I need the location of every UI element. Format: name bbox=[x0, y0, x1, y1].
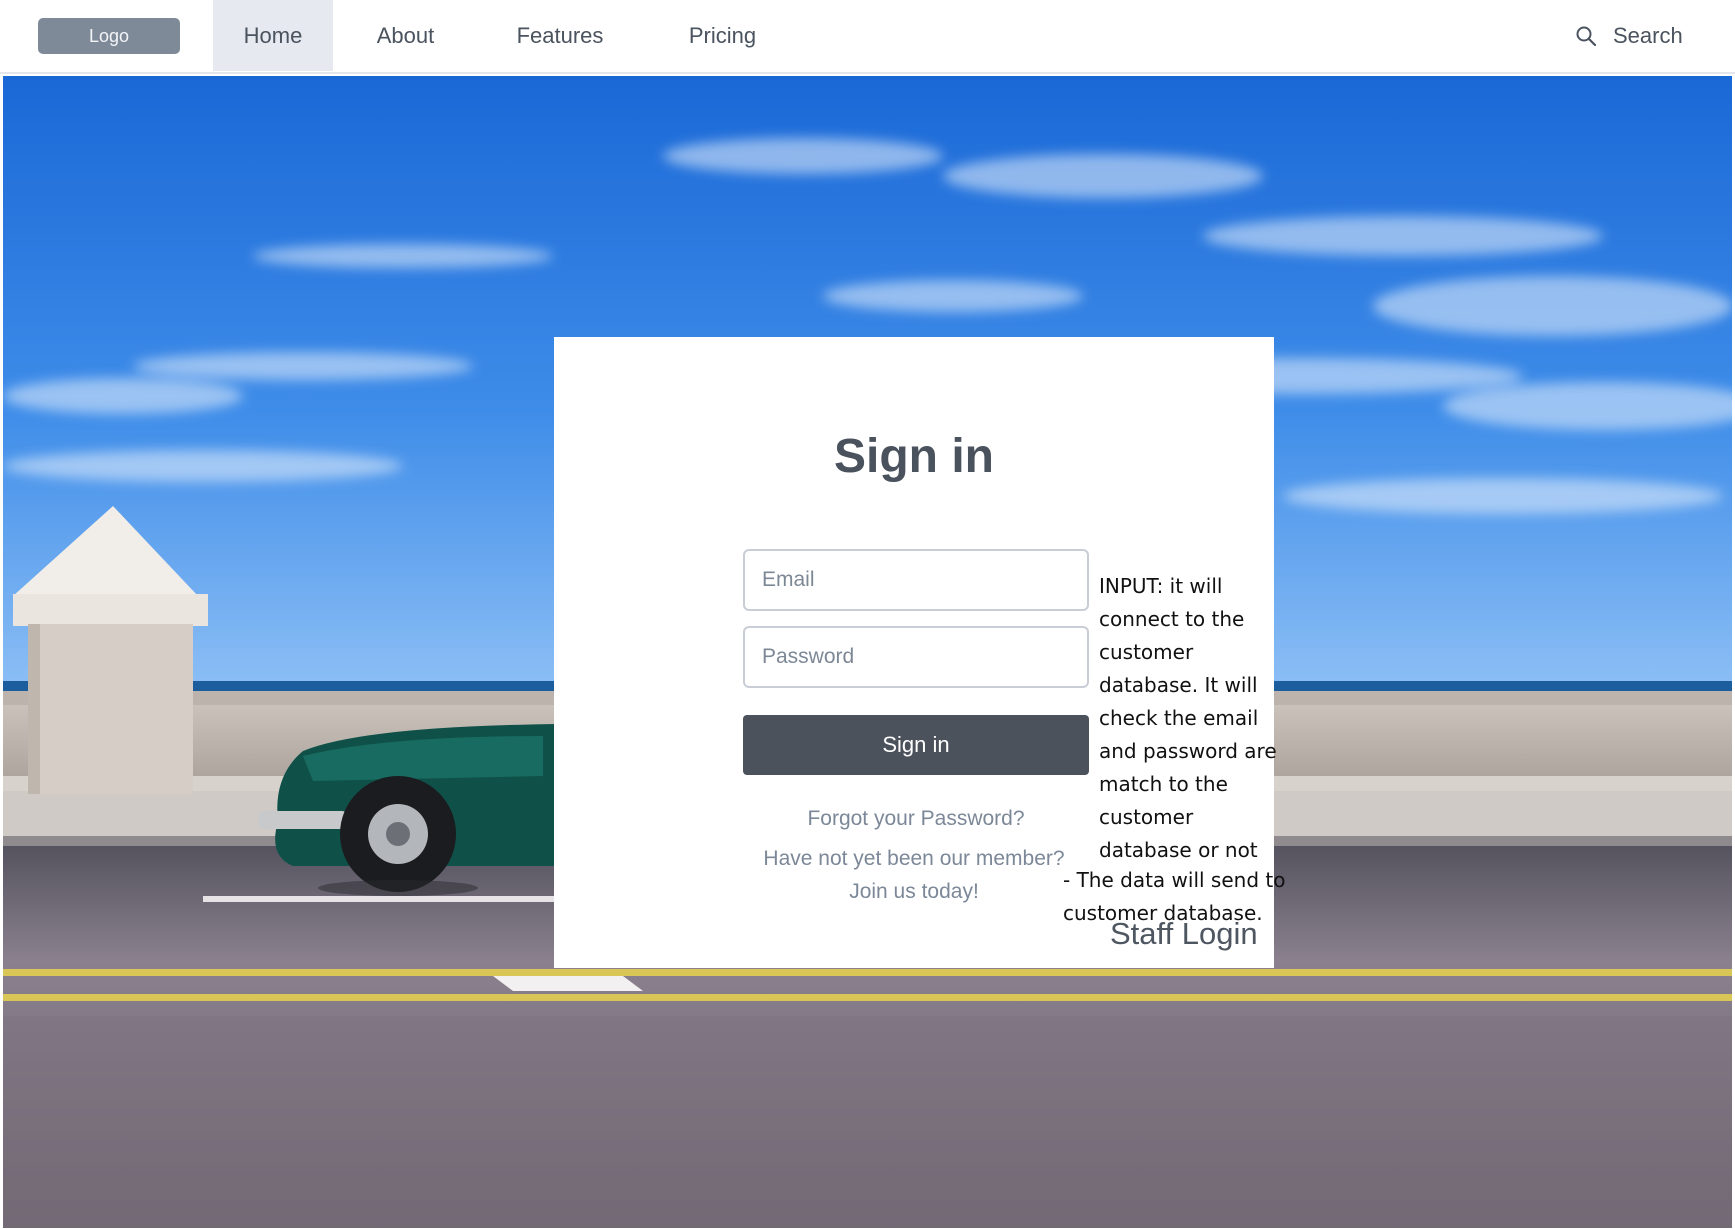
top-navbar: Logo Home About Features Pricing Search bbox=[0, 0, 1735, 74]
forgot-password-link[interactable]: Forgot your Password? bbox=[743, 807, 1089, 831]
nav-item-home[interactable]: Home bbox=[213, 0, 333, 71]
search-button[interactable]: Search bbox=[1575, 0, 1683, 71]
join-us-link[interactable]: Join us today! bbox=[714, 880, 1114, 904]
member-prompt-text: Have not yet been our member? bbox=[763, 847, 1065, 870]
logo[interactable]: Logo bbox=[38, 18, 180, 54]
nav-item-pricing[interactable]: Pricing bbox=[670, 0, 775, 71]
signin-button[interactable]: Sign in bbox=[743, 715, 1089, 775]
nav-item-features[interactable]: Features bbox=[500, 0, 620, 71]
email-input[interactable] bbox=[743, 549, 1089, 611]
signin-title: Sign in bbox=[834, 430, 994, 483]
password-input[interactable] bbox=[743, 626, 1089, 688]
annotation-note-2: - The data will send to customer databas… bbox=[1063, 868, 1286, 925]
search-icon bbox=[1576, 26, 1597, 46]
annotation-note: INPUT: it will connect to the customer d… bbox=[1099, 574, 1277, 862]
nav-item-about[interactable]: About bbox=[358, 0, 453, 71]
search-label: Search bbox=[1613, 22, 1683, 48]
